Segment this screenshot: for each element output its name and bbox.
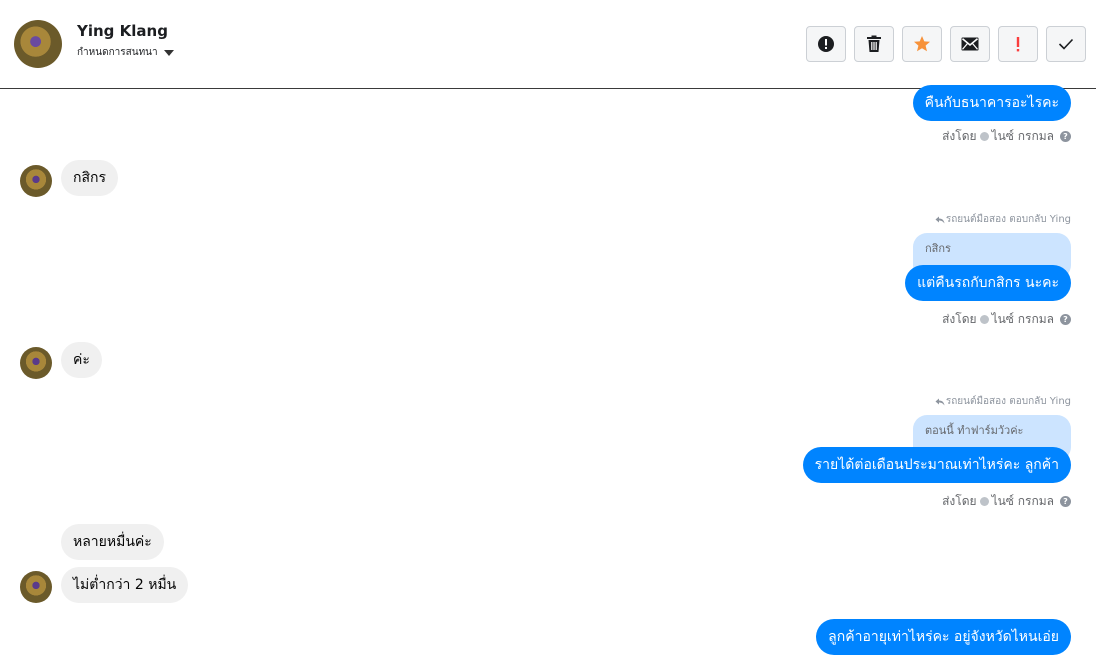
reply-arrow-icon	[935, 216, 945, 223]
star-button[interactable]	[902, 26, 942, 62]
conversation-header: Ying Klang กำหนดการสนทนา	[0, 0, 1096, 89]
trash-icon	[867, 35, 881, 52]
conversation-settings-dropdown[interactable]: กำหนดการสนทนา	[77, 45, 174, 60]
outgoing-message[interactable]: รายได้ต่อเดือนประมาณเท่าไหร่คะ ลูกค้า	[802, 447, 1071, 483]
exclamation-icon	[1016, 37, 1020, 52]
contact-name[interactable]: Ying Klang	[77, 22, 168, 40]
spam-button[interactable]	[998, 26, 1038, 62]
help-icon[interactable]: ?	[1060, 314, 1071, 325]
mark-done-button[interactable]	[1046, 26, 1086, 62]
sent-by-label: ส่งโดย	[942, 494, 977, 508]
reply-arrow-icon	[935, 398, 945, 405]
incoming-message[interactable]: ค่ะ	[61, 342, 102, 378]
sent-by-status: ส่งโดย ไนซ์ กรกมล ?	[942, 310, 1071, 329]
caret-down-icon	[163, 49, 174, 56]
outgoing-message[interactable]: ลูกค้าอายุเท่าไหร่คะ อยู่จังหวัดไหนเอ่ย	[816, 619, 1071, 655]
avatar[interactable]	[20, 571, 52, 603]
sent-check-icon	[979, 132, 989, 141]
reply-note-text: รถยนต์มือสอง ตอบกลับ Ying	[945, 396, 1071, 407]
reply-note-text: รถยนต์มือสอง ตอบกลับ Ying	[945, 214, 1071, 225]
avatar[interactable]	[14, 20, 62, 68]
alert-circle-icon	[818, 36, 834, 52]
sender-name: ไนซ์ กรกมล	[991, 494, 1054, 508]
checkmark-icon	[1058, 38, 1074, 50]
help-icon[interactable]: ?	[1060, 496, 1071, 507]
conversation-toolbar	[806, 26, 1086, 62]
outgoing-message[interactable]: แต่คืนรถกับกสิกร นะคะ	[905, 265, 1071, 301]
outgoing-message[interactable]: คืนกับธนาคารอะไรคะ	[912, 85, 1071, 121]
star-icon	[914, 36, 930, 52]
reply-note: รถยนต์มือสอง ตอบกลับ Ying	[935, 394, 1071, 409]
delete-button[interactable]	[854, 26, 894, 62]
incoming-message[interactable]: หลายหมื่นค่ะ	[61, 524, 164, 560]
sent-by-status: ส่งโดย ไนซ์ กรกมล ?	[942, 127, 1071, 146]
conversation-settings-label: กำหนดการสนทนา	[77, 47, 158, 58]
avatar[interactable]	[20, 165, 52, 197]
reply-note: รถยนต์มือสอง ตอบกลับ Ying	[935, 212, 1071, 227]
sent-by-label: ส่งโดย	[942, 312, 977, 326]
envelope-icon	[961, 37, 979, 51]
sent-check-icon	[979, 497, 989, 506]
sender-name: ไนซ์ กรกมล	[991, 312, 1054, 326]
incoming-message[interactable]: ไม่ต่ำกว่า 2 หมื่น	[61, 567, 189, 603]
message-thread[interactable]: คืนกับธนาคารอะไรคะ ส่งโดย ไนซ์ กรกมล ? ก…	[0, 85, 1096, 664]
mark-unread-button[interactable]	[950, 26, 990, 62]
report-button[interactable]	[806, 26, 846, 62]
avatar[interactable]	[20, 347, 52, 379]
sent-by-status: ส่งโดย ไนซ์ กรกมล ?	[942, 492, 1071, 511]
help-icon[interactable]: ?	[1060, 131, 1071, 142]
sent-by-label: ส่งโดย	[942, 129, 977, 143]
sent-check-icon	[979, 315, 989, 324]
sender-name: ไนซ์ กรกมล	[991, 129, 1054, 143]
incoming-message[interactable]: กสิกร	[61, 160, 119, 196]
